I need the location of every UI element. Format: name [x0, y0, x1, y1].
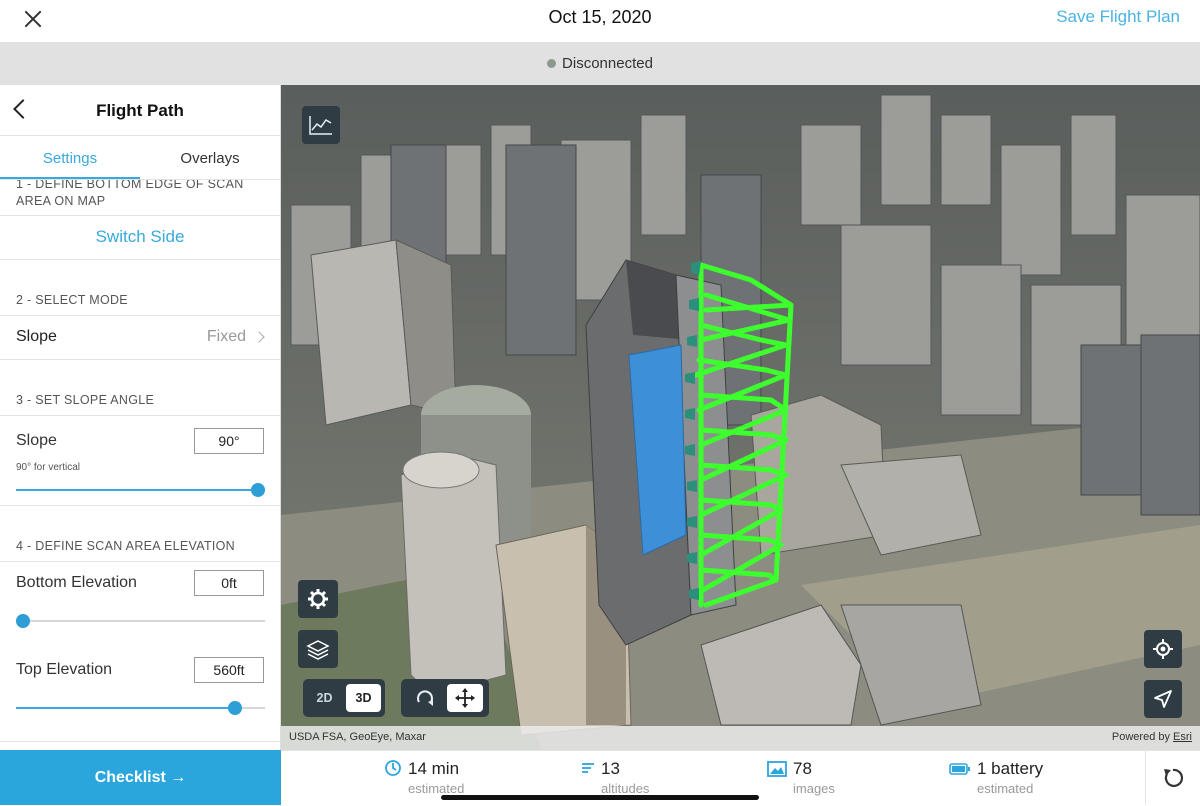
step2-label: 2 - SELECT MODE: [0, 260, 280, 316]
panel-header: Flight Path: [0, 85, 280, 136]
elevation-settings: Bottom Elevation 0ft Top Elevation 560ft: [0, 562, 280, 742]
altitudes-value: 13: [601, 759, 620, 778]
gear-icon[interactable]: [298, 580, 338, 618]
tab-settings[interactable]: Settings: [0, 136, 140, 179]
flight-path-panel: Flight Path Settings Overlays 1 - DEFINE…: [0, 85, 281, 750]
connection-status-text: Disconnected: [562, 55, 653, 72]
mode-select-row[interactable]: Slope Fixed: [0, 316, 280, 360]
plan-date: Oct 15, 2020: [548, 7, 652, 27]
step1-label: 1 - DEFINE BOTTOM EDGE OF SCAN AREA ON M…: [0, 176, 280, 216]
top-elevation-label: Top Elevation: [16, 661, 113, 678]
top-elevation-input[interactable]: 560ft: [194, 657, 264, 683]
battery-icon: [949, 763, 970, 775]
bottom-elevation-slider[interactable]: [16, 613, 265, 629]
slope-label: Slope: [16, 432, 57, 449]
powered-by: Powered by Esri: [1111, 731, 1192, 743]
city-3d-scene: [281, 85, 1200, 750]
top-elevation-slider[interactable]: [16, 700, 265, 716]
images-label: images: [793, 781, 835, 796]
step3-label: 3 - SET SLOPE ANGLE: [0, 360, 280, 416]
image-icon: [767, 761, 787, 777]
slope-slider-thumb[interactable]: [251, 483, 265, 497]
duration-value: 14 min: [408, 759, 460, 778]
slope-setting: Slope 90° 90° for vertical: [0, 416, 280, 506]
top-bar: Oct 15, 2020 Save Flight Plan: [0, 0, 1200, 42]
altitudes-icon: [582, 763, 594, 773]
chevron-right-icon: [253, 331, 265, 343]
step4-label: 4 - DEFINE SCAN AREA ELEVATION: [0, 506, 280, 562]
navigation-arrow-icon[interactable]: [1144, 680, 1182, 718]
reset-button[interactable]: [1145, 750, 1200, 805]
altitudes-label: altitudes: [601, 781, 650, 796]
save-flight-plan-button[interactable]: Save Flight Plan: [1056, 7, 1180, 27]
navigation-mode-toggle: [401, 679, 489, 717]
imagery-attribution: USDA FSA, GeoEye, Maxar: [289, 731, 426, 743]
bottom-elevation-input[interactable]: 0ft: [194, 570, 264, 596]
layers-icon[interactable]: [298, 630, 338, 668]
panel-tabs: Settings Overlays: [0, 136, 280, 180]
images-value: 78: [793, 759, 812, 778]
map-3d-view[interactable]: 2D 3D USDA FSA, GeoEye, Maxar Powered by…: [281, 85, 1200, 750]
switch-side-button[interactable]: Switch Side: [0, 216, 280, 260]
elevation-chart-icon[interactable]: [302, 106, 340, 144]
battery-value: 1 battery: [977, 759, 1044, 778]
bottom-elevation-slider-thumb[interactable]: [16, 614, 30, 628]
top-elevation-slider-thumb[interactable]: [228, 701, 243, 715]
view-mode-toggle: 2D 3D: [303, 679, 385, 717]
tab-overlays[interactable]: Overlays: [140, 136, 280, 179]
refresh-icon: [1164, 768, 1184, 787]
panel-title: Flight Path: [96, 101, 184, 120]
checklist-button[interactable]: Checklist →: [0, 750, 281, 805]
battery-label: estimated: [977, 781, 1034, 796]
clock-icon: [385, 760, 401, 776]
mode-value: Fixed: [206, 328, 246, 345]
slope-hint: 90° for vertical: [16, 462, 81, 473]
move-icon[interactable]: [447, 684, 483, 712]
map-attribution: USDA FSA, GeoEye, Maxar Powered by Esri: [281, 726, 1200, 750]
mode-label: Slope: [16, 328, 57, 345]
bottom-elevation-label: Bottom Elevation: [16, 574, 137, 591]
rotate-icon[interactable]: [407, 684, 443, 712]
esri-link[interactable]: Esri: [1173, 731, 1192, 743]
connection-status-bar: Disconnected: [0, 42, 1200, 85]
home-indicator: [441, 795, 759, 800]
crosshair-icon[interactable]: [1144, 630, 1182, 668]
duration-label: estimated: [408, 781, 465, 796]
view-3d-button[interactable]: 3D: [346, 684, 381, 712]
view-2d-button[interactable]: 2D: [307, 684, 342, 712]
slope-slider[interactable]: [16, 482, 265, 498]
status-dot-icon: [547, 59, 557, 68]
slope-angle-input[interactable]: 90°: [194, 428, 264, 454]
